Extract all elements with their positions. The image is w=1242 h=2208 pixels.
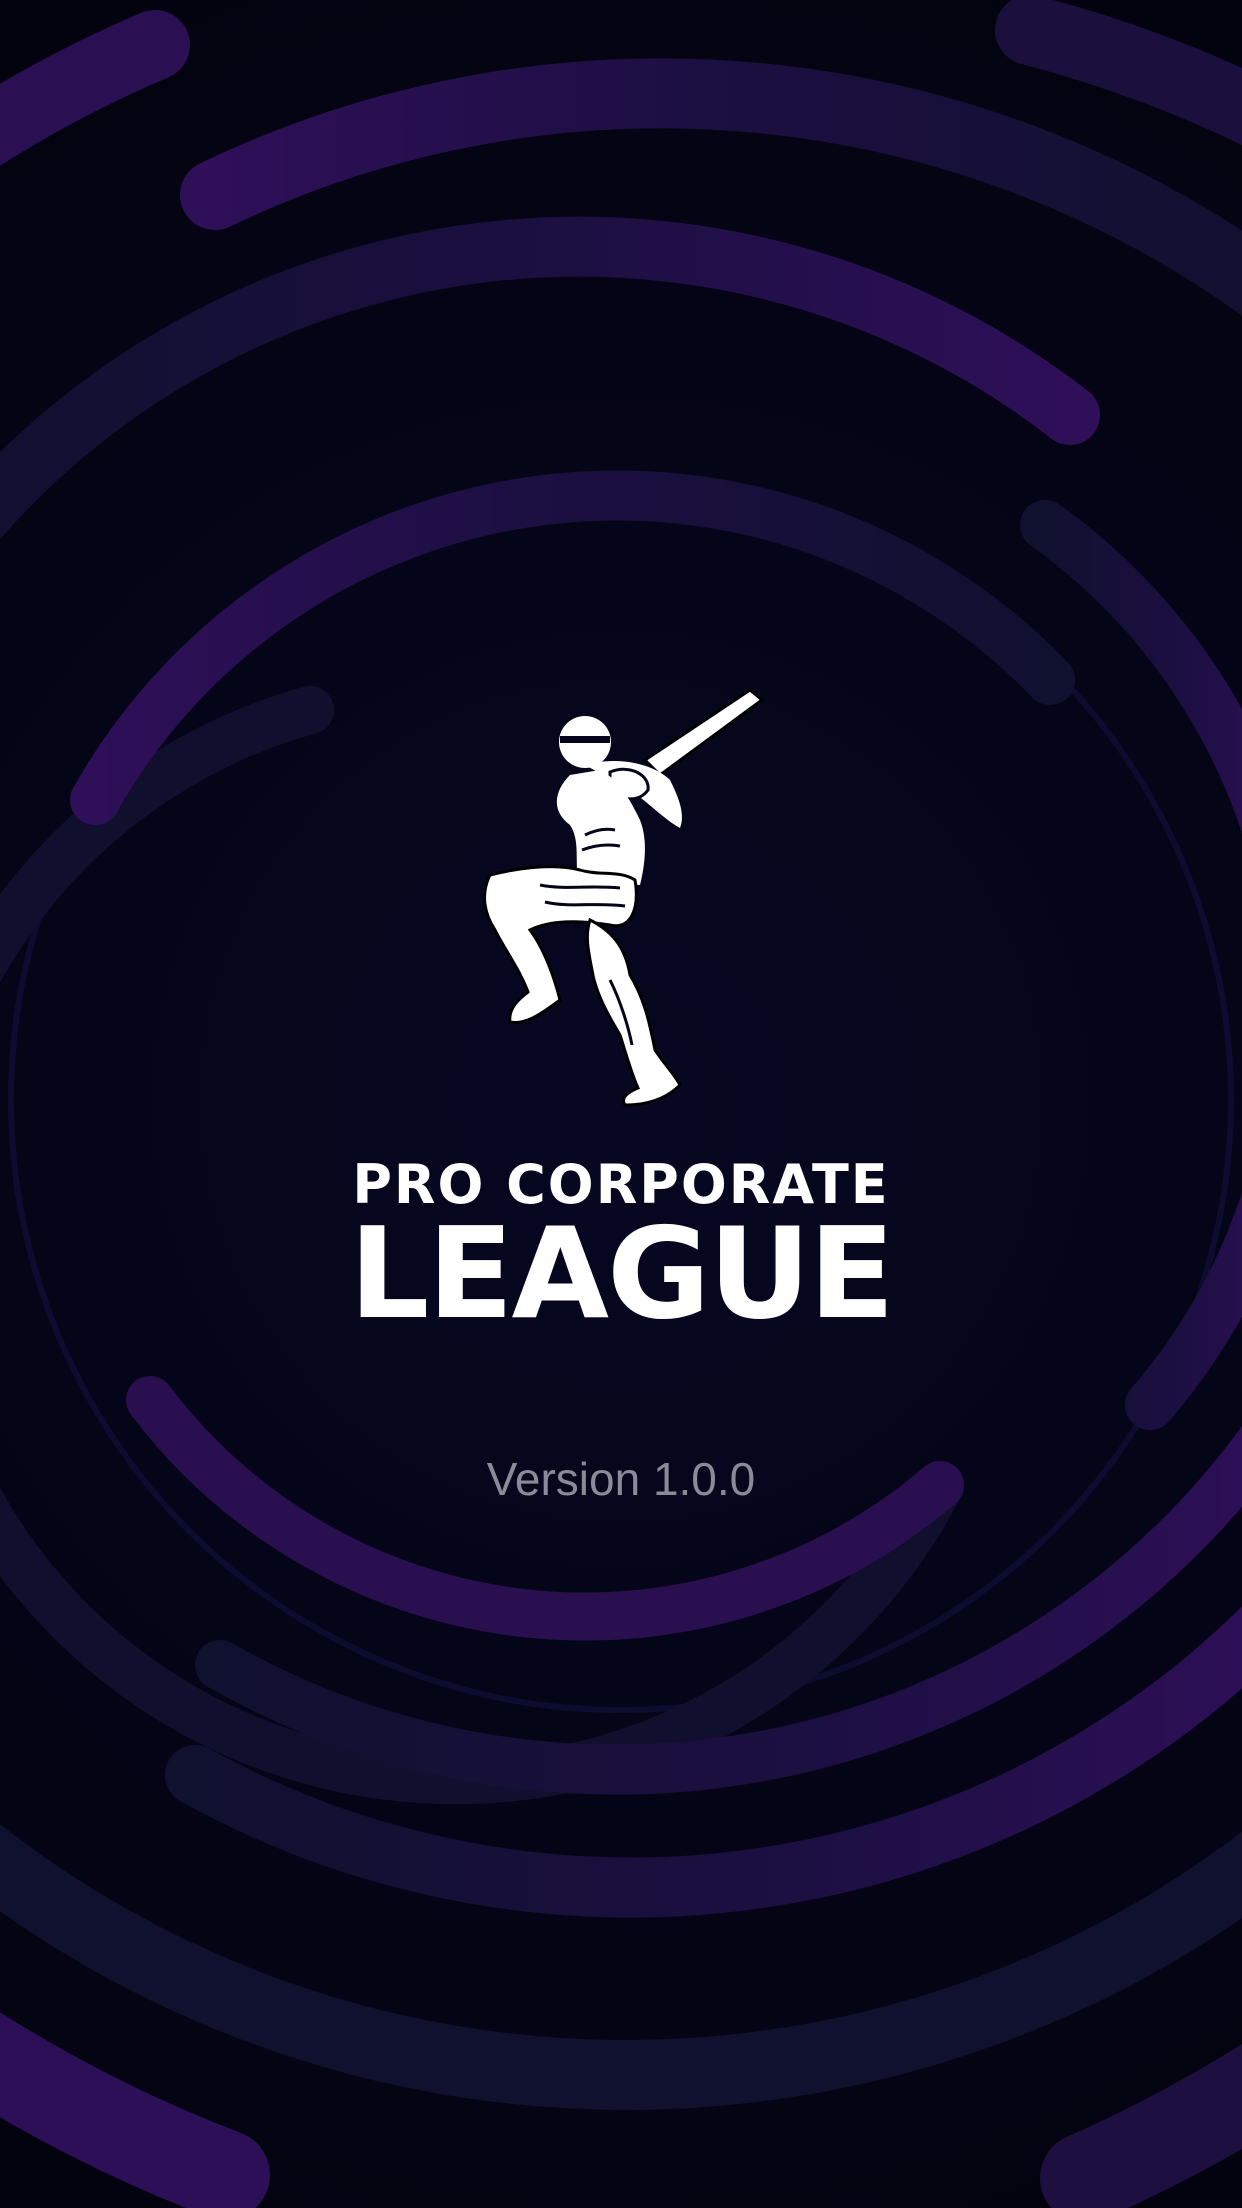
brand-title-line2: LEAGUE bbox=[349, 1200, 895, 1347]
app-logo bbox=[0, 680, 1242, 1140]
app-version-label: Version 1.0.0 bbox=[486, 1453, 756, 1505]
splash-screen: PRO CORPORATE LEAGUE Version 1.0.0 bbox=[0, 0, 1242, 2208]
cricket-batsman-icon bbox=[483, 688, 765, 1107]
